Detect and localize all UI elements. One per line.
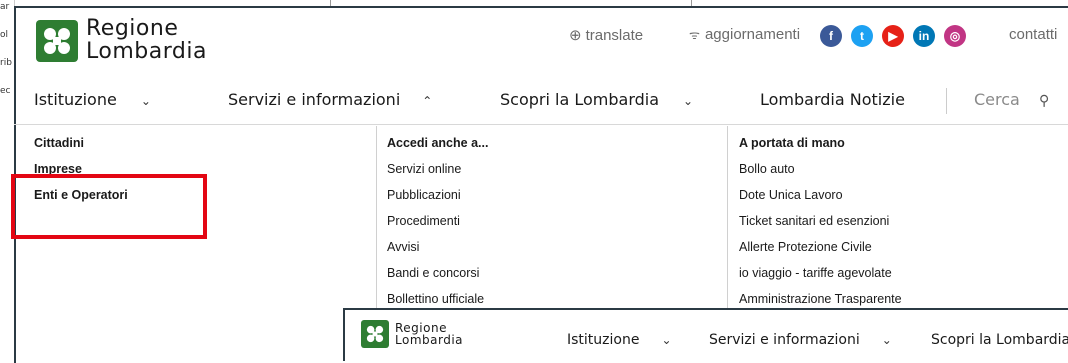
highlight-box (11, 174, 207, 239)
youtube-icon[interactable]: ▶ (882, 25, 904, 47)
background-text: rib (0, 58, 12, 68)
regione-logo-icon (361, 320, 389, 348)
menu-heading-portata: A portata di mano (739, 136, 845, 150)
contacts-label: contatti (1009, 26, 1058, 43)
nav-item-servizi[interactable]: Servizi e informazioni ⌃ (228, 90, 432, 109)
site-logo[interactable]: Regione Lombardia (36, 18, 207, 63)
menu-link[interactable]: Pubblicazioni (387, 186, 488, 212)
menu-divider (376, 126, 377, 316)
chevron-down-icon: ⌄ (683, 94, 694, 108)
sticky-logo[interactable]: Regione Lombardia (361, 320, 463, 348)
search-button[interactable]: Cerca ⚲ (974, 90, 1049, 109)
search-label: Cerca (974, 90, 1020, 109)
sticky-header-window: Regione Lombardia Istituzione ⌄ Servizi e… (343, 308, 1068, 361)
menu-link[interactable]: io viaggio - tariffe agevolate (739, 264, 902, 290)
background-text: ol (0, 30, 9, 40)
translate-link[interactable]: ⊕ translate (569, 26, 644, 45)
translate-label: translate (585, 26, 644, 44)
updates-label: aggiornamenti (704, 26, 801, 43)
chevron-down-icon: ⌄ (140, 94, 151, 108)
globe-icon: ⊕ (569, 27, 582, 44)
linkedin-icon[interactable]: in (913, 25, 935, 47)
menu-column-3: A portata di mano Bollo auto Dote Unica … (739, 134, 902, 316)
background-text: ar (0, 2, 10, 12)
background-window: ar ol rib ec (0, 0, 15, 120)
nav-separator (946, 88, 947, 114)
main-nav: Istituzione ⌄ Servizi e informazioni ⌃ Sco… (14, 78, 1068, 125)
background-text: ec (0, 86, 11, 96)
updates-link[interactable]: ᯤ aggiornamenti (689, 26, 800, 43)
sticky-nav-istituzione[interactable]: Istituzione ⌄ (567, 332, 672, 348)
menu-column-2: Accedi anche a... Servizi online Pubblic… (387, 134, 488, 316)
sticky-nav-scopri[interactable]: Scopri la Lombardia (931, 332, 1068, 348)
rss-icon: ᯤ (689, 28, 700, 42)
instagram-icon[interactable]: ◎ (944, 25, 966, 47)
menu-link[interactable]: Dote Unica Lavoro (739, 186, 902, 212)
menu-link-cittadini[interactable]: Cittadini (34, 134, 128, 160)
regione-logo-icon (36, 19, 78, 62)
chevron-down-icon: ⌄ (881, 333, 892, 347)
nav-item-notizie[interactable]: Lombardia Notizie (760, 90, 905, 109)
logo-line-2: Lombardia (86, 39, 207, 64)
menu-link[interactable]: Ticket sanitari ed esenzioni (739, 212, 902, 238)
twitter-icon[interactable]: t (851, 25, 873, 47)
menu-link[interactable]: Procedimenti (387, 212, 488, 238)
sticky-logo-line-2: Lombardia (395, 333, 464, 347)
menu-link[interactable]: Avvisi (387, 238, 488, 264)
sticky-nav-servizi[interactable]: Servizi e informazioni ⌄ (709, 332, 892, 348)
menu-link[interactable]: Allerte Protezione Civile (739, 238, 902, 264)
menu-link[interactable]: Bandi e concorsi (387, 264, 488, 290)
menu-heading-accedi: Accedi anche a... (387, 136, 489, 150)
chevron-down-icon: ⌄ (661, 333, 672, 347)
social-links: f t ▶ in ◎ (811, 25, 966, 47)
contacts-link[interactable]: contatti (1009, 26, 1057, 43)
menu-link[interactable]: Bollo auto (739, 160, 902, 186)
menu-divider (727, 126, 728, 316)
nav-item-istituzione[interactable]: Istituzione ⌄ (34, 90, 151, 109)
logo-line-1: Regione (86, 16, 179, 41)
search-icon: ⚲ (1038, 93, 1050, 109)
nav-item-scopri[interactable]: Scopri la Lombardia ⌄ (500, 90, 693, 109)
chevron-up-icon: ⌃ (422, 94, 433, 108)
menu-link[interactable]: Servizi online (387, 160, 488, 186)
facebook-icon[interactable]: f (820, 25, 842, 47)
